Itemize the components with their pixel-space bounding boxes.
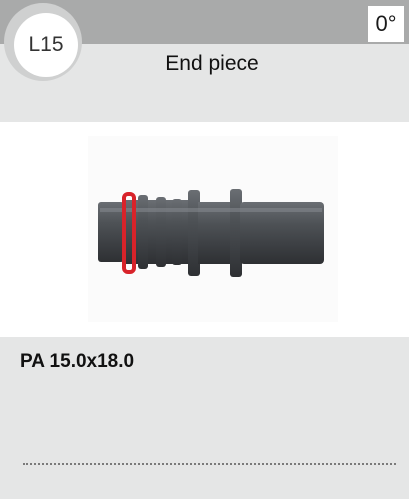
spec-panel: PA 15.0x18.0 (0, 337, 409, 499)
code-badge: L15 (4, 3, 82, 81)
spec-label: PA 15.0x18.0 (20, 351, 135, 372)
product-card: L15 0° End piece PA 15.0x18.0 (0, 0, 409, 499)
quantity-entry-line[interactable] (23, 463, 396, 465)
code-badge-label: L15 (14, 13, 78, 77)
product-image (0, 122, 409, 337)
product-title: End piece (165, 52, 259, 75)
angle-indicator: 0° (368, 6, 404, 42)
end-piece-connector-icon (88, 136, 338, 322)
